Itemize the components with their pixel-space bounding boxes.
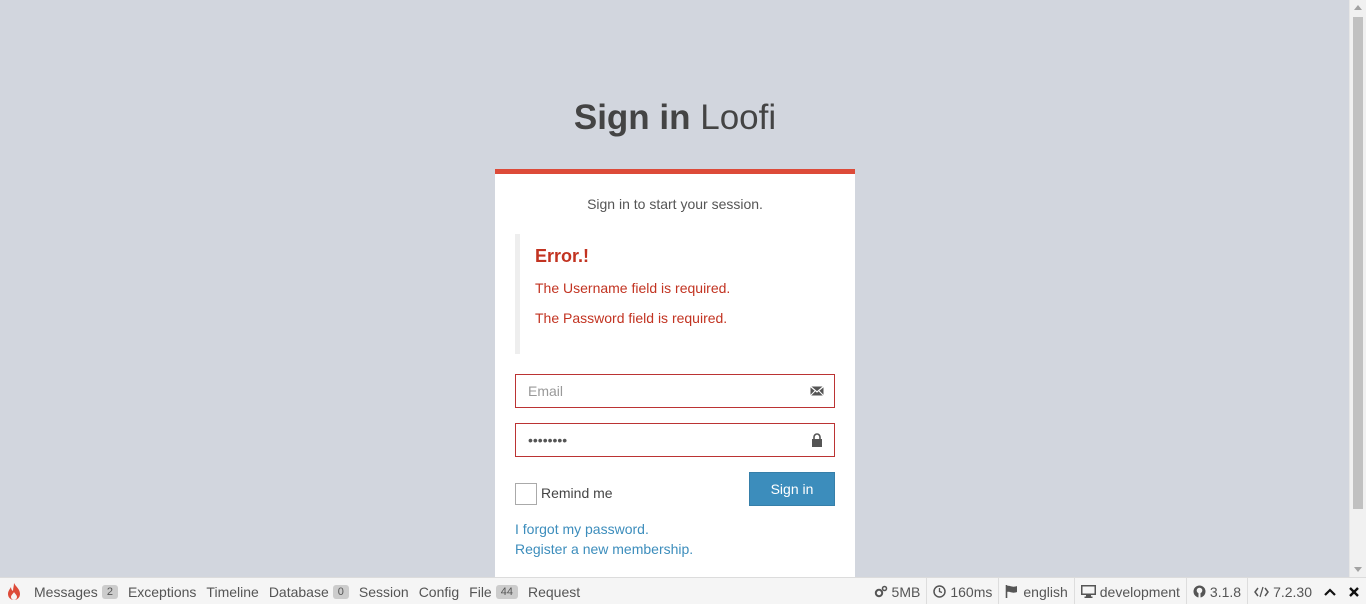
toolbar-database[interactable]: Database 0: [269, 584, 349, 600]
toolbar-request[interactable]: Request: [528, 584, 580, 600]
title-app-name: Loofi: [690, 98, 777, 137]
toolbar-messages[interactable]: Messages 2: [34, 584, 118, 600]
error-callout: Error.! The Username field is required. …: [515, 234, 835, 354]
file-count-badge: 44: [495, 584, 518, 599]
desktop-icon: [1080, 585, 1096, 598]
remember-label: Remind me: [541, 485, 613, 501]
php-version-value: 7.2.30: [1273, 583, 1312, 600]
login-links: I forgot my password. Register a new mem…: [515, 519, 835, 559]
debug-toolbar: Messages 2 Exceptions Timeline Database 0 …: [0, 577, 1366, 604]
scroll-up-icon[interactable]: [1354, 5, 1362, 10]
toolbar-database-label: Database: [268, 583, 329, 600]
toolbar-memory: 5MB: [868, 578, 927, 604]
chevron-up-icon[interactable]: [1318, 578, 1342, 604]
remember-checkbox[interactable]: [515, 483, 537, 505]
sign-in-button[interactable]: Sign in: [749, 472, 835, 506]
error-username: The Username field is required.: [535, 280, 731, 296]
page-title: Sign in Loofi: [495, 98, 855, 138]
actions-row: Remind me Sign in: [515, 472, 835, 506]
database-count-badge: 0: [332, 584, 349, 599]
email-field-group: [515, 374, 835, 408]
vertical-scrollbar[interactable]: [1349, 0, 1366, 577]
toolbar-file[interactable]: File 44: [469, 584, 518, 600]
toolbar-environment: development: [1073, 578, 1186, 604]
clock-icon: [933, 585, 947, 598]
github-icon: [1193, 585, 1206, 598]
gears-icon: [874, 585, 887, 597]
time-value: 160ms: [950, 583, 993, 600]
flag-icon: [1006, 585, 1018, 598]
lock-icon: [812, 433, 822, 447]
memory-value: 5MB: [891, 583, 921, 600]
close-icon[interactable]: [1342, 578, 1366, 604]
toolbar-timeline[interactable]: Timeline: [206, 584, 258, 600]
toolbar-exceptions[interactable]: Exceptions: [128, 584, 196, 600]
email-input[interactable]: [516, 375, 834, 407]
toolbar-php-version: 7.2.30: [1247, 578, 1318, 604]
scrollbar-thumb[interactable]: [1353, 17, 1363, 509]
error-title: Error.!: [535, 246, 590, 266]
error-password: The Password field is required.: [535, 310, 728, 326]
environment-value: development: [1099, 583, 1180, 600]
forgot-password-link[interactable]: I forgot my password.: [515, 519, 835, 539]
login-message: Sign in to start your session.: [587, 196, 763, 212]
scroll-down-icon[interactable]: [1354, 567, 1362, 572]
version-value: 3.1.8: [1209, 583, 1242, 600]
toolbar-file-label: File: [469, 583, 492, 600]
login-box: Sign in to start your session. Error.! T…: [495, 169, 855, 577]
envelope-icon: [810, 386, 824, 396]
password-field-group: [515, 423, 835, 457]
toolbar-version[interactable]: 3.1.8: [1185, 578, 1247, 604]
toolbar-session[interactable]: Session: [359, 584, 409, 600]
toolbar-locale: english: [998, 578, 1073, 604]
toolbar-messages-label: Messages: [34, 583, 98, 600]
toolbar-time: 160ms: [926, 578, 998, 604]
password-input[interactable]: [516, 424, 834, 456]
code-icon: [1254, 586, 1269, 597]
messages-count-badge: 2: [101, 584, 118, 599]
register-link[interactable]: Register a new membership.: [515, 539, 835, 559]
flame-icon[interactable]: [2, 578, 26, 604]
toolbar-config[interactable]: Config: [419, 584, 459, 600]
locale-value: english: [1023, 583, 1068, 600]
title-bold: Sign in: [573, 98, 691, 137]
